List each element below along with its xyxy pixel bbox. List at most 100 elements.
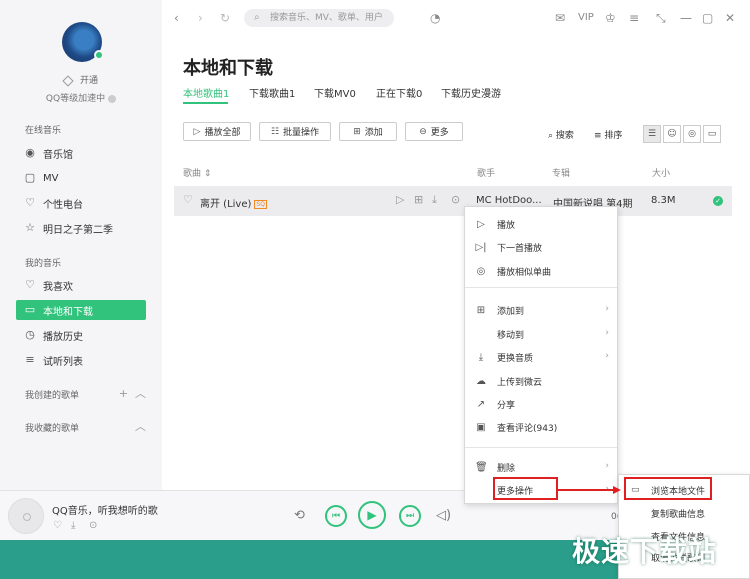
vip-open-link[interactable]: 开通 (0, 73, 162, 87)
volume-icon[interactable]: ◁) (436, 508, 451, 523)
sidebar-item-music-hall[interactable]: ◉ 音乐馆 (16, 143, 146, 163)
sidebar-item-history[interactable]: ◷ 播放历史 (16, 325, 146, 345)
list-view-icon: ☰ (647, 129, 657, 139)
download-icon[interactable]: ⤓ (71, 520, 75, 531)
view-list-button[interactable]: ☰ (643, 125, 661, 143)
batch-icon: ☷ (270, 126, 280, 137)
view-album-button[interactable]: ◎ (683, 125, 701, 143)
play-icon: ▷ (193, 126, 201, 137)
now-playing-title: QQ音乐，听我想听的歌 (52, 506, 158, 517)
tab-downloaded-songs[interactable]: 下载歌曲1 (249, 85, 295, 100)
col-song-header[interactable]: 歌曲 ⇕ (183, 166, 211, 179)
tab-local-songs[interactable]: 本地歌曲1 (183, 85, 229, 100)
row-more-icon[interactable]: ⊙ (451, 193, 460, 206)
menu-item-add-to[interactable]: ⊞ 添加到 › (465, 299, 617, 321)
menu-item-change-quality[interactable]: ⤓ 更换音质 › (465, 346, 617, 368)
music-hall-icon: ◉ (25, 146, 35, 159)
row-add-icon[interactable]: ⊞ (414, 193, 423, 206)
sidebar-item-show[interactable]: ☆ 明日之子第二季 (16, 218, 146, 238)
sidebar-item-mv[interactable]: ▢ MV (16, 168, 146, 188)
tab-download-history[interactable]: 下载历史漫游 (441, 85, 501, 100)
song-artist[interactable]: MC HotDoo... (476, 195, 542, 206)
mini-mode-icon[interactable]: ⤡ (656, 10, 666, 26)
next-button[interactable]: ⏭ (399, 505, 421, 527)
cloud-icon: ☁ (476, 375, 486, 387)
diamond-icon (62, 74, 74, 87)
search-input[interactable]: ⌕ 搜索音乐、MV、歌单、用户 (244, 9, 394, 27)
like-icon[interactable]: ♡ (53, 520, 62, 531)
row-play-icon[interactable]: ▷ (396, 193, 404, 206)
menu-item-play-similar[interactable]: ◎ 播放相似单曲 (465, 260, 617, 282)
sidebar-item-local-download[interactable]: ▭ 本地和下载 (16, 300, 146, 320)
menu-item-comments[interactable]: ▣ 查看评论(943) (465, 416, 617, 438)
avatar[interactable] (62, 22, 104, 62)
submenu-copy-song-info[interactable]: 复制歌曲信息 (619, 502, 749, 524)
skin-icon[interactable]: ♔ (605, 10, 616, 26)
comment-icon: ▣ (476, 421, 486, 433)
menu-item-play-next[interactable]: ▷| 下一首播放 (465, 236, 617, 258)
similar-icon: ◎ (476, 265, 486, 277)
play-all-button[interactable]: ▷ 播放全部 (183, 122, 251, 141)
collapse-icon[interactable]: ︿ (135, 387, 146, 400)
level-badge-icon (108, 94, 117, 103)
col-size-header[interactable]: 大小 (652, 166, 670, 179)
heart-icon: ♡ (25, 278, 35, 291)
previous-icon: ⏮ (331, 511, 341, 521)
mail-icon[interactable]: ✉ (555, 10, 565, 26)
back-icon[interactable]: ‹ (174, 10, 179, 26)
level-status: QQ等级加速中 (0, 91, 162, 104)
minimize-icon[interactable]: — (680, 10, 692, 26)
downloaded-check-icon: ✓ (713, 196, 723, 206)
download-icon: ⤓ (478, 351, 484, 363)
star-icon: ☆ (25, 221, 35, 234)
view-artist-button[interactable]: ☺ (663, 125, 681, 143)
sidebar-item-favorites[interactable]: ♡ 我喜欢 (16, 275, 146, 295)
tab-downloaded-mv[interactable]: 下载MV0 (314, 85, 356, 100)
section-collected-playlists: 我收藏的歌单 (25, 424, 80, 434)
next-icon: ⏭ (405, 511, 415, 521)
collected-collapse-icon[interactable]: ︿ (135, 418, 146, 434)
play-button[interactable]: ▶ (358, 501, 386, 529)
tab-downloading[interactable]: 正在下载0 (376, 85, 422, 100)
forward-icon[interactable]: › (198, 10, 203, 26)
menu-item-play[interactable]: ▷ 播放 (465, 213, 617, 235)
album-cover[interactable] (8, 498, 44, 534)
sort-button[interactable]: ≡ 排序 (594, 128, 622, 141)
search-list-button[interactable]: ⌕ 搜索 (548, 128, 574, 141)
section-online-music: 在线音乐 (25, 126, 62, 136)
col-album-header[interactable]: 专辑 (552, 166, 570, 179)
maximize-icon[interactable]: ▢ (702, 10, 713, 26)
submenu-arrow-icon: › (605, 351, 609, 361)
active-tab-indicator (183, 102, 228, 104)
submenu-arrow-icon: › (605, 461, 609, 471)
radio-icon: ♡ (25, 196, 35, 209)
more-icon[interactable]: ⊙ (89, 520, 97, 531)
add-playlist-icon[interactable]: + (119, 387, 128, 400)
batch-button[interactable]: ☷ 批量操作 (259, 122, 331, 141)
person-icon: ☺ (667, 129, 677, 139)
close-icon[interactable]: ✕ (725, 10, 735, 26)
previous-button[interactable]: ⏮ (325, 505, 347, 527)
col-artist-header[interactable]: 歌手 (477, 166, 495, 179)
add-to-icon: ⊞ (476, 304, 486, 316)
disc-icon: ◎ (688, 129, 696, 139)
recognize-icon[interactable]: ◔ (430, 10, 440, 26)
sidebar-item-trial-list[interactable]: ≡ 试听列表 (16, 350, 146, 370)
sidebar-item-radio[interactable]: ♡ 个性电台 (16, 193, 146, 213)
add-button[interactable]: ⊞ 添加 (339, 122, 397, 141)
menu-item-upload-cloud[interactable]: ☁ 上传到微云 (465, 370, 617, 392)
menu-item-move-to[interactable]: 移动到 › (465, 323, 617, 345)
menu-icon[interactable]: ≡ (629, 10, 639, 26)
menu-separator (465, 287, 617, 288)
loop-mode-icon[interactable]: ⟲ (294, 508, 305, 523)
menu-item-delete[interactable]: 🗑 删除 › (465, 456, 617, 478)
vip-button[interactable]: VIP (578, 10, 594, 26)
more-button[interactable]: ⊖ 更多 (405, 122, 463, 141)
row-download-icon[interactable]: ⤓ (432, 193, 437, 207)
view-folder-button[interactable]: ▭ (703, 125, 721, 143)
refresh-icon[interactable]: ↻ (220, 10, 230, 26)
play-icon: ▶ (367, 508, 377, 522)
menu-item-share[interactable]: ↗ 分享 (465, 393, 617, 415)
like-heart-icon[interactable]: ♡ (183, 193, 193, 206)
menu-separator (465, 447, 617, 448)
